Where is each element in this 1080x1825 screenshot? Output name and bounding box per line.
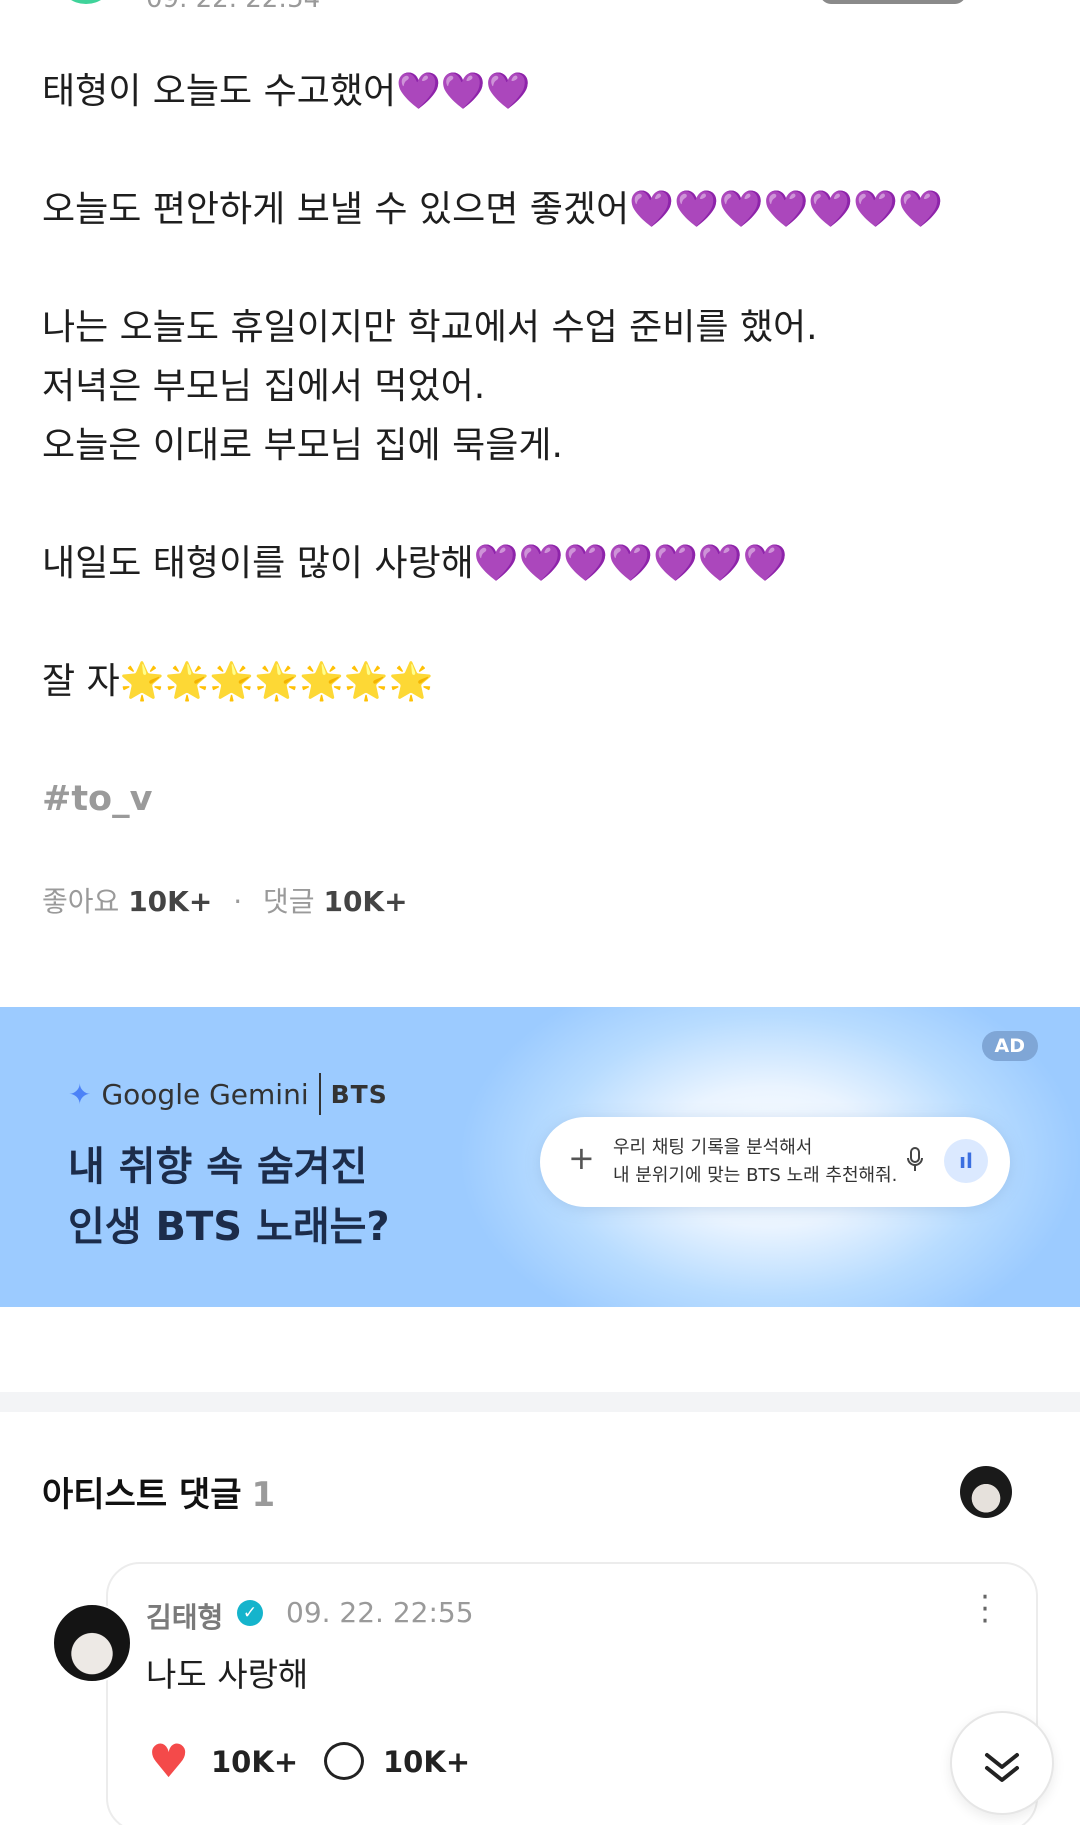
post-line: 잘 자🌟🌟🌟🌟🌟🌟🌟 bbox=[42, 661, 434, 702]
separator-dot: · bbox=[233, 885, 243, 918]
comment-author-name[interactable]: 김태형 bbox=[146, 1596, 223, 1636]
artist-avatar[interactable] bbox=[960, 1466, 1012, 1518]
ad-headline: 내 취향 속 숨겨진 인생 BTS 노래는? bbox=[68, 1137, 390, 1257]
comment-author-avatar[interactable] bbox=[52, 1603, 132, 1683]
post-line-blank bbox=[42, 475, 1042, 534]
post-line-blank bbox=[42, 593, 1042, 652]
ad-chat-text: 내 분위기에 맞는 BTS 노래 추천해줘. bbox=[613, 1165, 898, 1186]
post-line: 오늘은 이대로 부모님 집에 묵을게. bbox=[42, 425, 563, 466]
section-divider bbox=[0, 1392, 1080, 1412]
post-line: 태형이 오늘도 수고했어💜💜💜 bbox=[42, 71, 531, 112]
heart-icon[interactable]: ♥ bbox=[148, 1738, 189, 1784]
post-line: 내일도 태형이를 많이 사랑해💜💜💜💜💜💜💜 bbox=[42, 543, 788, 584]
scroll-down-button[interactable] bbox=[950, 1711, 1054, 1815]
ad-chat-box[interactable]: + 우리 채팅 기록을 분석해서 내 분위기에 맞는 BTS 노래 추천해줘. … bbox=[540, 1117, 1010, 1207]
comment-text: 나도 사랑해 bbox=[146, 1655, 309, 1694]
reply-bubble-icon[interactable] bbox=[324, 1742, 364, 1780]
ad-headline-line: 내 취향 속 숨겨진 bbox=[68, 1144, 368, 1190]
comment-reply-count: 10K+ bbox=[383, 1745, 471, 1779]
comments-label[interactable]: 댓글 bbox=[263, 885, 315, 918]
ad-badge: AD bbox=[981, 1031, 1038, 1061]
post-stats: 좋아요 10K+ · 댓글 10K+ bbox=[42, 880, 408, 920]
post-line-blank bbox=[42, 121, 1042, 180]
brand-divider bbox=[318, 1073, 321, 1115]
verified-icon: ✓ bbox=[237, 1600, 263, 1626]
artist-comments-label: 아티스트 댓글 bbox=[42, 1475, 242, 1515]
author-avatar[interactable] bbox=[60, 0, 112, 4]
likes-label[interactable]: 좋아요 bbox=[42, 885, 119, 918]
more-options-icon[interactable]: · · · bbox=[978, 1583, 992, 1637]
post-line: 오늘도 편안하게 보낼 수 있으면 좋겠어💜💜💜💜💜💜💜 bbox=[42, 189, 943, 230]
comment-like-count: 10K+ bbox=[211, 1745, 299, 1779]
post-body: 태형이 오늘도 수고했어💜💜💜 오늘도 편안하게 보낼 수 있으면 좋겠어💜💜💜… bbox=[42, 62, 1042, 829]
post-line: 저녁은 부모님 집에서 먹었어. bbox=[42, 366, 486, 407]
post-line: 나는 오늘도 휴일이지만 학교에서 수업 준비를 했어. bbox=[42, 307, 818, 348]
hashtag-link[interactable]: #to_v bbox=[42, 770, 1042, 829]
artist-comments-title: 아티스트 댓글 1 bbox=[42, 1467, 275, 1516]
artist-comments-count: 1 bbox=[251, 1475, 276, 1515]
ad-headline-line: 인생 BTS 노래는? bbox=[68, 1204, 390, 1250]
comment-date: 09. 22. 22:55 bbox=[286, 1596, 474, 1629]
ad-partner-name: BTS bbox=[330, 1079, 388, 1109]
comments-count[interactable]: 10K+ bbox=[323, 885, 407, 918]
ad-brand-name: Google Gemini bbox=[101, 1077, 309, 1111]
plus-icon: + bbox=[568, 1139, 595, 1177]
mic-icon bbox=[906, 1147, 924, 1179]
voice-wave-icon: ıl bbox=[944, 1139, 988, 1183]
post-line-blank bbox=[42, 239, 1042, 298]
post-date: 09. 22. 22:54 bbox=[146, 0, 320, 14]
ad-chat-text: 우리 채팅 기록을 분석해서 bbox=[613, 1137, 813, 1158]
double-chevron-down-icon bbox=[985, 1753, 1019, 1782]
ad-brand: ✦ Google Gemini BTS bbox=[68, 1073, 388, 1115]
post-line-blank bbox=[42, 711, 1042, 770]
gemini-sparkle-icon: ✦ bbox=[68, 1077, 92, 1111]
follow-button[interactable] bbox=[820, 0, 966, 4]
ad-banner[interactable]: AD ✦ Google Gemini BTS 내 취향 속 숨겨진 인생 BTS… bbox=[0, 1007, 1080, 1307]
likes-count[interactable]: 10K+ bbox=[128, 885, 212, 918]
